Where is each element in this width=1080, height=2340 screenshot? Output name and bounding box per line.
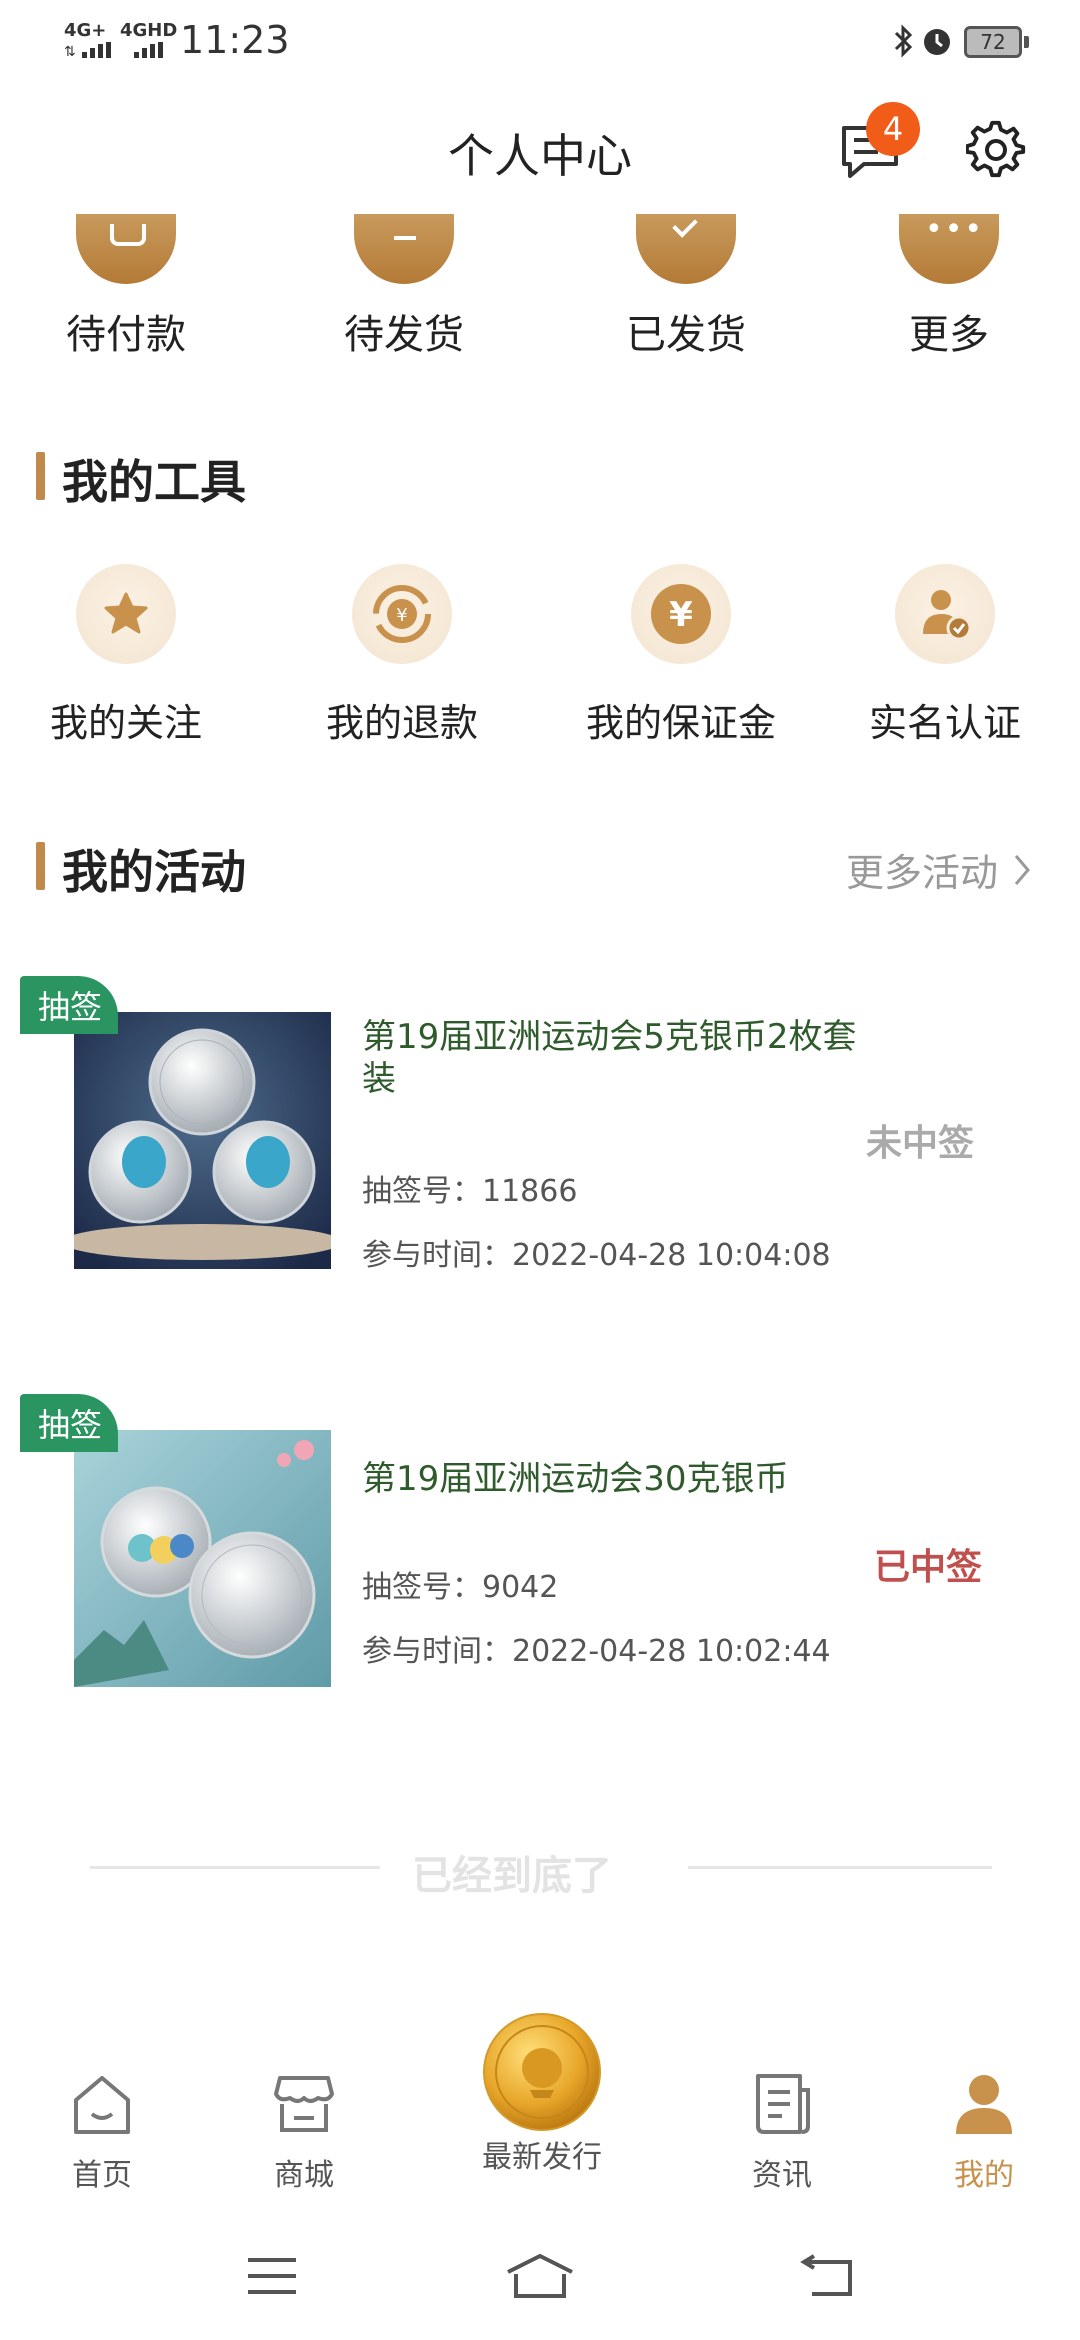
participation-time: 参与时间：2022-04-28 10:02:44 <box>362 1634 831 1669</box>
coin-set-image <box>74 1012 331 1269</box>
more-activities-link[interactable]: 更多活动 <box>846 842 1034 897</box>
order-label: 更多 <box>909 312 989 358</box>
nav-label: 我的 <box>954 2158 1014 2193</box>
tool-label: 我的关注 <box>49 701 202 745</box>
home-outline-icon <box>507 2253 573 2298</box>
order-pending-payment[interactable]: 待付款 <box>0 214 252 360</box>
box-icon <box>354 214 454 284</box>
activity-title: 第19届亚洲运动会30克银币 <box>362 1459 789 1499</box>
shipped-icon <box>636 212 736 284</box>
order-shipped[interactable]: 已发货 <box>556 212 816 360</box>
nav-label: 商城 <box>274 2158 334 2193</box>
more-activities-label: 更多活动 <box>846 851 999 895</box>
svg-text:¥: ¥ <box>396 605 407 626</box>
end-of-list-text: 已经到底了 <box>412 1853 612 1899</box>
home-icon <box>74 2076 130 2134</box>
signal-4g-plus: 4G+ <box>64 20 107 41</box>
tool-my-deposit[interactable]: ¥ 我的保证金 <box>552 564 810 747</box>
order-label: 待付款 <box>66 312 186 358</box>
section-accent-bar <box>36 842 45 890</box>
nav-label: 首页 <box>72 2158 132 2193</box>
nav-label: 资讯 <box>752 2158 812 2193</box>
settings-button[interactable] <box>965 120 1026 184</box>
alarm-icon <box>920 24 954 62</box>
tool-my-refunds[interactable]: ¥ 我的退款 <box>252 564 552 747</box>
activities-section-title: 我的活动 <box>62 845 246 899</box>
bluetooth-icon <box>892 24 916 62</box>
divider-right <box>688 1866 992 1869</box>
system-menu-button[interactable] <box>246 2256 298 2300</box>
svg-text:¥: ¥ <box>669 595 693 635</box>
nav-store[interactable]: 商城 <box>224 2072 384 2194</box>
battery-level: 72 <box>964 26 1022 58</box>
order-more[interactable]: ••• 更多 <box>818 214 1080 360</box>
back-icon <box>800 2254 852 2296</box>
tools-section-title: 我的工具 <box>62 455 246 509</box>
nav-news[interactable]: 资讯 <box>702 2072 862 2194</box>
store-icon <box>274 2076 334 2132</box>
tool-label: 实名认证 <box>868 701 1021 745</box>
svg-text:⇅: ⇅ <box>64 44 76 58</box>
order-label: 待发货 <box>344 312 464 358</box>
activity-card[interactable]: 抽签 第19届亚洲运动会30克银币 抽签号：9042 参与时间：2022-04-… <box>0 1394 1080 1694</box>
order-pending-shipment[interactable]: 待发货 <box>254 214 554 360</box>
battery-indicator: 72 <box>964 26 1029 58</box>
star-icon <box>76 564 176 664</box>
participation-time: 参与时间：2022-04-28 10:04:08 <box>362 1238 831 1273</box>
refund-icon: ¥ <box>352 564 452 664</box>
divider-left <box>90 1866 380 1869</box>
activity-card[interactable]: 抽签 第19届亚洲运动会5克银币2枚套装 抽签号：11866 参与时间：2022… <box>0 976 1080 1276</box>
order-status-row: 待付款 待发货 已发货 ••• 更多 <box>0 212 1080 360</box>
tool-my-follows[interactable]: 我的关注 <box>0 564 252 747</box>
lottery-tag: 抽签 <box>20 976 119 1034</box>
signal-bars-icon-2 <box>124 42 172 62</box>
nav-home[interactable]: 首页 <box>22 2072 182 2194</box>
nav-me[interactable]: 我的 <box>904 2072 1064 2194</box>
signal-bars-icon: ⇅ <box>64 42 112 62</box>
wallet-icon <box>76 214 176 284</box>
order-label: 已发货 <box>626 312 746 358</box>
tool-label: 我的退款 <box>325 701 478 745</box>
menu-icon <box>248 2258 296 2294</box>
clock: 11:23 <box>180 18 290 62</box>
verified-user-icon <box>895 564 995 664</box>
news-icon <box>756 2074 810 2134</box>
lottery-number: 抽签号：11866 <box>362 1174 578 1209</box>
system-back-button[interactable] <box>798 2254 854 2302</box>
coin-icon <box>483 2013 601 2131</box>
lottery-tag: 抽签 <box>20 1394 119 1452</box>
tool-label: 我的保证金 <box>585 701 776 745</box>
more-icon: ••• <box>899 214 999 284</box>
status-bar: 4G+ ⇅ 4GHD 11:23 72 <box>0 0 1080 80</box>
lottery-result: 已中签 <box>874 1547 983 1588</box>
section-accent-bar <box>36 452 45 500</box>
activity-title: 第19届亚洲运动会5克银币2枚套装 <box>362 1017 857 1099</box>
gear-icon <box>965 120 1026 178</box>
lottery-number: 抽签号：9042 <box>362 1570 559 1605</box>
message-badge: 4 <box>866 102 920 156</box>
chevron-right-icon <box>1014 854 1030 885</box>
bottom-navigation: 首页 商城 最新发行 资讯 我的 <box>0 2010 1080 2210</box>
system-home-button[interactable] <box>504 2252 576 2304</box>
yen-icon: ¥ <box>631 564 731 664</box>
coin-image <box>74 1430 331 1687</box>
nav-new-releases[interactable]: 最新发行 <box>442 2010 642 2176</box>
tools-row: 我的关注 ¥ 我的退款 ¥ 我的保证金 实名认证 <box>0 564 1080 747</box>
user-icon <box>956 2075 1012 2134</box>
tool-real-name-verification[interactable]: 实名认证 <box>810 564 1080 747</box>
signal-4ghd: 4GHD <box>120 20 178 41</box>
nav-label: 最新发行 <box>482 2140 602 2175</box>
lottery-result: 未中签 <box>866 1123 975 1164</box>
